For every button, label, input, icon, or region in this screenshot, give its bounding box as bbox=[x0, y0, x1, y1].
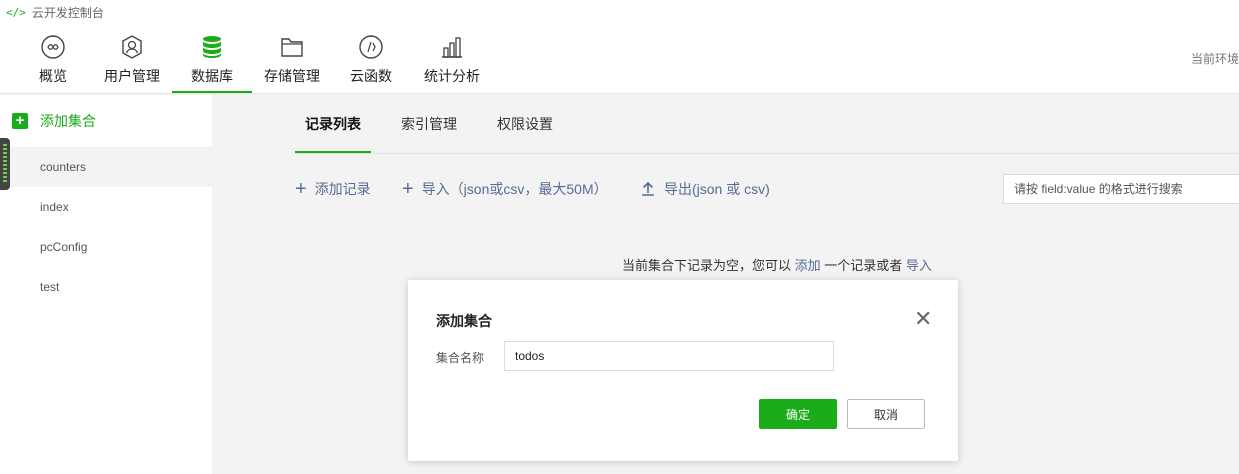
title-bar: </> 云开发控制台 bbox=[0, 0, 1239, 24]
env-label[interactable]: 当前环境 bbox=[1191, 50, 1239, 67]
confirm-button[interactable]: 确定 bbox=[759, 399, 837, 429]
nav-label: 存储管理 bbox=[264, 68, 320, 84]
export-button[interactable]: 导出(json 或 csv) bbox=[640, 178, 770, 200]
import-link[interactable]: 导入 bbox=[906, 258, 932, 273]
plus-icon: + bbox=[402, 177, 414, 200]
close-icon[interactable]: ✕ bbox=[914, 308, 932, 330]
nav-item-overview[interactable]: 概览 bbox=[36, 24, 70, 93]
add-record-label: 添加记录 bbox=[314, 181, 371, 197]
tab-bar: 记录列表 索引管理 权限设置 bbox=[295, 95, 1239, 154]
window-title: 云开发控制台 bbox=[31, 5, 104, 20]
cancel-button[interactable]: 取消 bbox=[847, 399, 925, 429]
nav-item-users[interactable]: 用户管理 bbox=[104, 24, 160, 93]
add-record-link[interactable]: 添加 bbox=[795, 258, 821, 273]
chart-icon bbox=[442, 37, 462, 58]
nav-label: 概览 bbox=[39, 68, 67, 84]
plus-icon: + bbox=[12, 113, 28, 129]
collection-name-input[interactable] bbox=[504, 341, 834, 371]
nav-label: 统计分析 bbox=[424, 68, 480, 84]
nav-item-storage[interactable]: 存储管理 bbox=[264, 24, 320, 93]
nav-item-database[interactable]: 数据库 bbox=[172, 24, 252, 93]
sidebar-item-counters[interactable]: counters bbox=[0, 147, 212, 187]
overview-icon bbox=[41, 35, 65, 59]
database-icon bbox=[203, 36, 221, 58]
tab-records[interactable]: 记录列表 bbox=[295, 95, 371, 153]
collection-name-label: 集合名称 bbox=[436, 351, 485, 365]
sidebar: + 添加集合 counters index pcConfig test bbox=[0, 95, 212, 474]
user-icon bbox=[122, 35, 142, 59]
tab-permissions[interactable]: 权限设置 bbox=[497, 95, 553, 153]
code-icon: </> bbox=[6, 5, 26, 19]
nav-label: 云函数 bbox=[350, 68, 392, 84]
empty-message: 当前集合下记录为空，您可以 添加 一个记录或者 导入 bbox=[622, 258, 932, 273]
nav-item-analytics[interactable]: 统计分析 bbox=[424, 24, 480, 93]
dialog-title: 添加集合 bbox=[436, 313, 492, 329]
tab-indexes[interactable]: 索引管理 bbox=[401, 95, 457, 153]
nav-label: 用户管理 bbox=[104, 68, 160, 84]
search-input[interactable] bbox=[1003, 174, 1239, 204]
nav-label: 数据库 bbox=[191, 68, 233, 84]
plus-icon: + bbox=[295, 177, 307, 200]
top-nav: 概览 用户管理 数据库 存储管理 云函数 统计分析 当前环境 bbox=[0, 24, 1239, 94]
export-label: 导出(json 或 csv) bbox=[664, 181, 770, 197]
function-icon bbox=[359, 35, 383, 59]
sidebar-item-index[interactable]: index bbox=[0, 187, 212, 227]
sidebar-item-pcconfig[interactable]: pcConfig bbox=[0, 227, 212, 267]
add-record-button[interactable]: + 添加记录 bbox=[295, 178, 371, 200]
upload-icon bbox=[642, 181, 654, 196]
sidebar-item-test[interactable]: test bbox=[0, 267, 212, 307]
add-collection-label: 添加集合 bbox=[40, 113, 96, 129]
nav-item-functions[interactable]: 云函数 bbox=[350, 24, 392, 93]
add-collection-button[interactable]: + 添加集合 bbox=[0, 95, 212, 147]
import-button[interactable]: + 导入（json或csv，最大50M） bbox=[402, 178, 608, 200]
side-drag-handle[interactable] bbox=[0, 138, 10, 190]
add-collection-dialog: 添加集合 ✕ 集合名称 确定 取消 bbox=[408, 280, 958, 461]
folder-icon bbox=[281, 38, 303, 57]
import-label: 导入（json或csv，最大50M） bbox=[421, 181, 608, 197]
